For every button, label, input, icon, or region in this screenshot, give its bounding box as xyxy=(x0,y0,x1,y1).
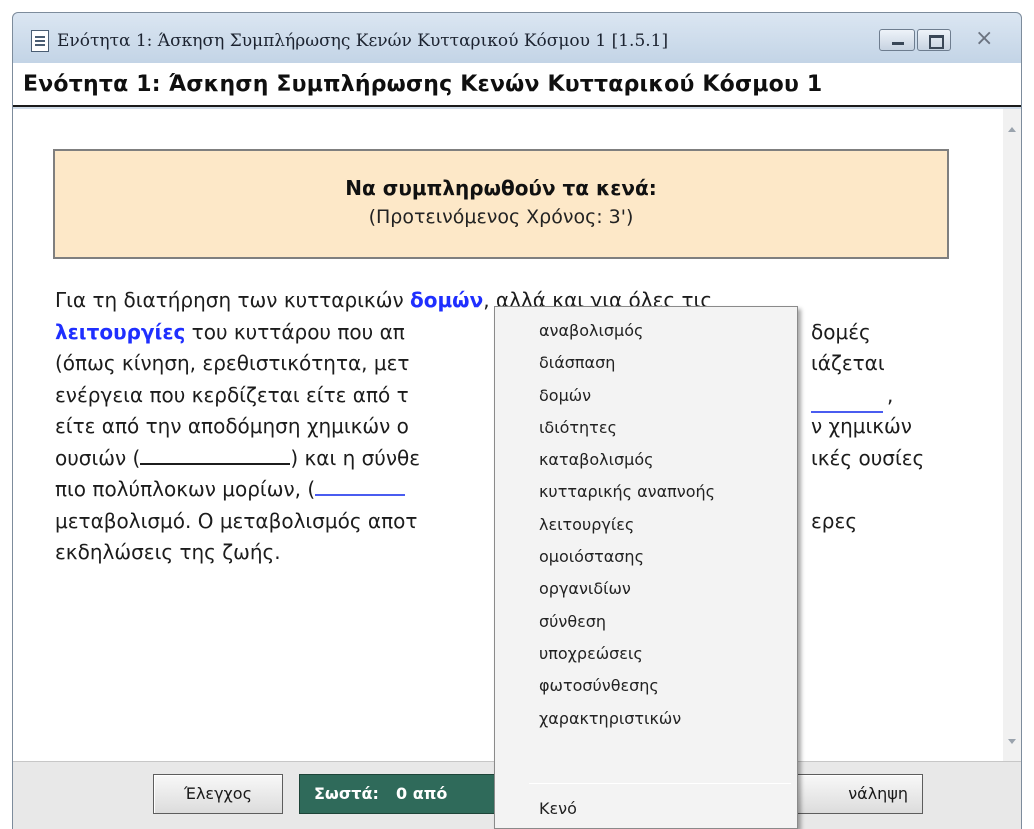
dropdown-option[interactable]: λειτουργίες xyxy=(495,509,797,541)
scroll-down-arrow-icon[interactable] xyxy=(1008,739,1016,744)
check-button[interactable]: Έλεγχος xyxy=(153,774,283,814)
score-label: Σωστά: xyxy=(314,784,379,803)
passage-segment: εκδηλώσεις της ζωής. xyxy=(55,540,281,564)
filled-word-leitourgies[interactable]: λειτουργίες xyxy=(55,320,185,344)
passage-segment: του κυττάρου που απ xyxy=(185,319,405,344)
dropdown-option[interactable]: υποχρεώσεις xyxy=(495,638,797,670)
blank-field-2[interactable] xyxy=(140,445,291,465)
passage-segment: μεταβολισμό. Ο μεταβολισμός αποτ xyxy=(55,508,418,533)
passage-segment: ν χημικών xyxy=(811,414,912,438)
document-icon xyxy=(31,30,49,52)
dropdown-option[interactable]: αναβολισμός xyxy=(495,315,797,347)
minimize-button[interactable] xyxy=(879,29,915,51)
page-title: Ενότητα 1: Άσκηση Συμπλήρωσης Κενών Κυττ… xyxy=(23,72,823,97)
score-display: Σωστά: 0 από xyxy=(299,774,499,814)
passage-segment: , xyxy=(887,382,894,407)
dropdown-option[interactable]: ιδιότητες xyxy=(495,412,797,444)
dropdown-option[interactable]: χαρακτηριστικών xyxy=(495,703,797,735)
instructions-title: Να συμπληρωθούν τα κενά: xyxy=(345,176,657,200)
vertical-scrollbar[interactable] xyxy=(1003,109,1021,761)
dropdown-option-empty[interactable]: Κενό xyxy=(539,793,577,825)
blank-field-3[interactable] xyxy=(315,476,406,496)
passage-segment: είτε από την αποδόμηση χημικών ο xyxy=(55,414,409,438)
window-title: Ενότητα 1: Άσκηση Συμπλήρωσης Κενών Κυττ… xyxy=(57,31,669,51)
passage-segment: δομές xyxy=(811,319,871,344)
dropdown-option[interactable]: κυτταρικής αναπνοής xyxy=(495,476,797,508)
passage-segment: πιο πολύπλοκων μορίων, ( xyxy=(55,477,316,501)
dropdown-option[interactable]: καταβολισμός xyxy=(495,444,797,476)
score-value: 0 από xyxy=(396,784,448,803)
dropdown-option[interactable]: οργανιδίων xyxy=(495,573,797,605)
passage-segment: Για τη διατήρηση των κυτταρικών xyxy=(55,288,410,312)
passage-segment: ικές ουσίες xyxy=(811,445,925,470)
dropdown-option[interactable]: φωτοσύνθεσης xyxy=(495,670,797,702)
dropdown-option[interactable]: δομών xyxy=(495,380,797,412)
word-choice-dropdown[interactable]: αναβολισμός διάσπαση δομών ιδιότητες κατ… xyxy=(494,306,798,829)
page-header: Ενότητα 1: Άσκηση Συμπλήρωσης Κενών Κυττ… xyxy=(13,63,1021,107)
dropdown-option[interactable]: σύνθεση xyxy=(495,606,797,638)
dropdown-option[interactable]: ομοιόστασης xyxy=(495,541,797,573)
instructions-box: Να συμπληρωθούν τα κενά: (Προτεινόμενος … xyxy=(53,149,949,259)
scroll-up-arrow-icon[interactable] xyxy=(1008,127,1016,132)
passage-segment: (όπως κίνηση, ερεθιστικότητα, μετ xyxy=(55,351,410,375)
passage-segment: ερες xyxy=(811,508,858,533)
passage-segment: ουσιών ( xyxy=(55,445,141,470)
dropdown-option[interactable]: διάσπαση xyxy=(495,347,797,379)
maximize-button[interactable] xyxy=(917,29,951,51)
passage-segment: ενέργεια που κερδίζεται είτε από τ xyxy=(55,382,409,407)
filled-word-domon[interactable]: δομών xyxy=(410,288,483,312)
blank-field-1[interactable] xyxy=(811,393,883,413)
instructions-subtitle: (Προτεινόμενος Χρόνος: 3') xyxy=(368,206,634,228)
dropdown-separator xyxy=(529,783,791,784)
passage-segment: ιάζεται xyxy=(811,351,885,375)
dropdown-options: αναβολισμός διάσπαση δομών ιδιότητες κατ… xyxy=(495,315,797,735)
close-button[interactable] xyxy=(953,26,1009,51)
passage-segment: ) και η σύνθε xyxy=(290,445,421,470)
title-bar: Ενότητα 1: Άσκηση Συμπλήρωσης Κενών Κυττ… xyxy=(13,13,1021,63)
repeat-button[interactable]: νάληψη xyxy=(783,774,923,814)
